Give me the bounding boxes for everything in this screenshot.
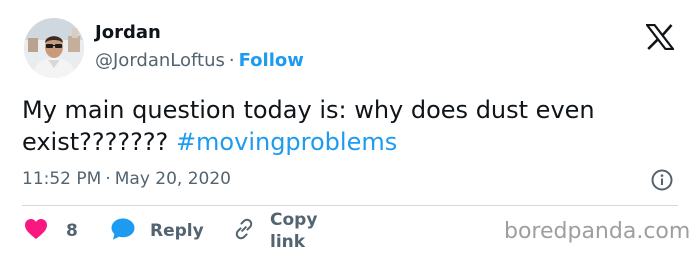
tweet-time: 11:52 PM [22, 169, 102, 189]
hashtag-link[interactable]: #movingproblems [176, 128, 397, 156]
author-meta: @JordanLoftus · Follow [95, 50, 304, 72]
x-logo-icon[interactable] [644, 23, 676, 51]
tweet-date: May 20, 2020 [114, 169, 231, 189]
watermark: boredpanda.com [504, 219, 691, 244]
heart-icon [24, 218, 48, 244]
like-count: 8 [66, 221, 78, 241]
avatar[interactable] [24, 18, 84, 78]
separator-dot: · [228, 50, 235, 71]
link-icon [232, 217, 256, 245]
tweet-text: My main question today is: why does dust… [22, 94, 662, 158]
reply-button[interactable]: Reply [110, 218, 204, 244]
copy-link-button[interactable]: Copy link [232, 210, 317, 252]
author-handle[interactable]: @JordanLoftus [95, 50, 225, 71]
follow-button[interactable]: Follow [239, 50, 304, 71]
reply-bubble-icon [110, 217, 136, 245]
info-icon[interactable] [650, 168, 674, 192]
author-name[interactable]: Jordan [95, 22, 161, 44]
separator-dot: · [105, 169, 111, 189]
reply-label: Reply [150, 221, 204, 241]
timestamp[interactable]: 11:52 PM · May 20, 2020 [22, 168, 231, 190]
copy-link-label: Copy link [270, 210, 318, 252]
like-button[interactable]: 8 [24, 218, 78, 244]
divider [22, 205, 678, 206]
